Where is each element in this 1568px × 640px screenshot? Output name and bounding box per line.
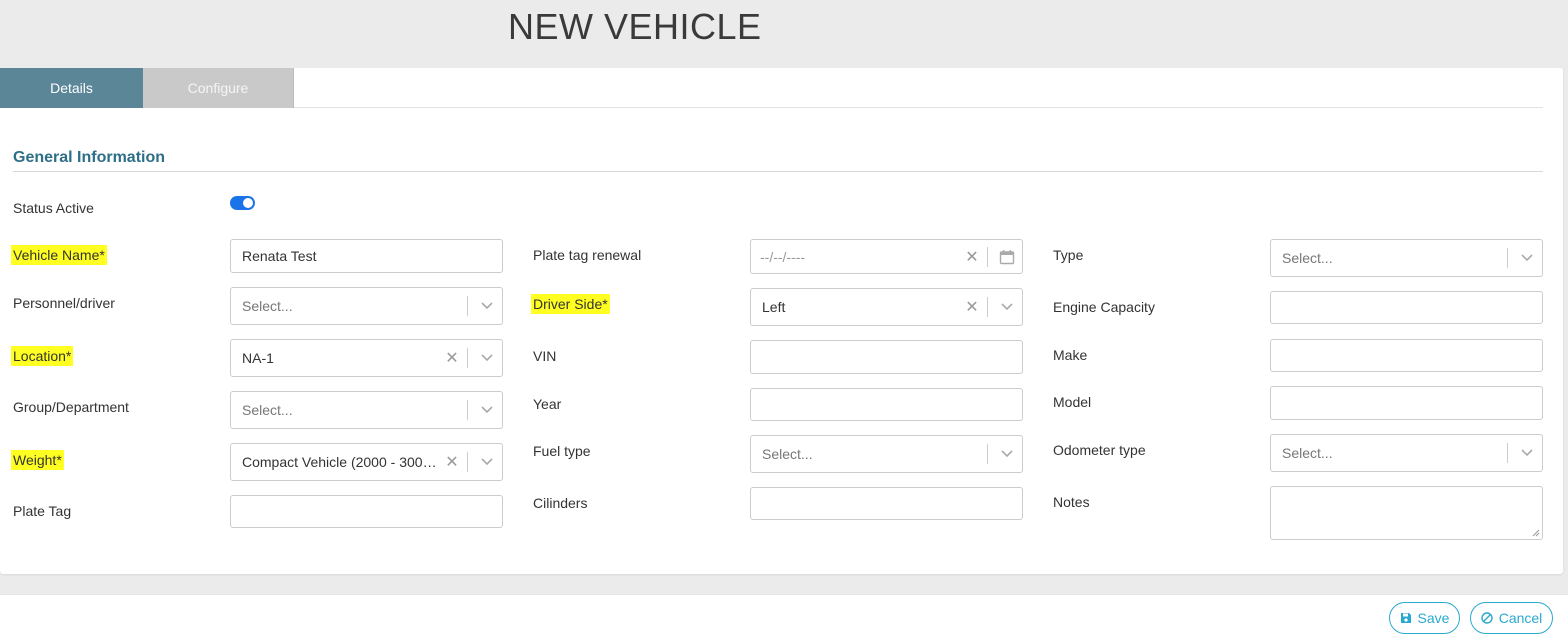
chevron-down-icon[interactable] [472, 406, 502, 414]
toggle-knob [243, 198, 253, 208]
clear-icon[interactable]: ✕ [961, 297, 983, 317]
calendar-icon[interactable] [992, 249, 1022, 265]
select-separator [987, 297, 988, 317]
form-footer: Save Cancel [0, 594, 1568, 640]
personnel-driver-placeholder: Select... [242, 298, 293, 314]
select-separator [1507, 248, 1508, 268]
chevron-down-icon[interactable] [472, 354, 502, 362]
chevron-down-icon[interactable] [1512, 449, 1542, 457]
vehicle-name-input[interactable]: Renata Test [230, 239, 503, 273]
section-title: General Information [13, 149, 166, 166]
odometer-type-label: Odometer type [1053, 442, 1146, 458]
tab-bar: Details Configure [0, 68, 294, 108]
plate-tag-input[interactable] [230, 495, 503, 528]
personnel-driver-label: Personnel/driver [13, 295, 115, 311]
fuel-type-placeholder: Select... [762, 446, 813, 462]
driver-side-value: Left [762, 299, 786, 315]
save-icon [1400, 613, 1411, 623]
make-label: Make [1053, 347, 1088, 363]
plate-tag-renewal-label: Plate tag renewal [533, 247, 642, 263]
cancel-label: Cancel [1498, 610, 1543, 626]
tab-divider [294, 107, 1543, 108]
notes-label: Notes [1053, 494, 1090, 510]
tab-configure[interactable]: Configure [143, 68, 294, 108]
type-select[interactable]: Select... [1270, 239, 1543, 277]
odometer-type-select[interactable]: Select... [1270, 434, 1543, 472]
chevron-down-icon[interactable] [992, 303, 1022, 311]
vehicle-name-value: Renata Test [242, 248, 317, 264]
driver-side-label: Driver Side* [531, 294, 610, 314]
year-label: Year [533, 396, 562, 412]
vin-input[interactable] [750, 340, 1023, 374]
weight-label: Weight* [11, 450, 64, 470]
group-department-select[interactable]: Select... [230, 391, 503, 429]
clear-icon[interactable]: ✕ [441, 348, 463, 368]
clear-icon[interactable]: ✕ [441, 452, 463, 472]
chevron-down-icon[interactable] [1512, 254, 1542, 262]
personnel-driver-select[interactable]: Select... [230, 287, 503, 325]
plate-tag-renewal-datepicker[interactable]: --/--/---- ✕ [750, 239, 1023, 274]
section-divider [13, 171, 1543, 172]
vehicle-name-label: Vehicle Name* [11, 245, 107, 265]
plate-tag-renewal-placeholder: --/--/---- [760, 248, 806, 265]
status-active-toggle[interactable] [230, 196, 255, 210]
driver-side-select[interactable]: Left ✕ [750, 288, 1023, 326]
notes-textarea[interactable] [1270, 486, 1543, 540]
select-separator [467, 348, 468, 368]
tab-details[interactable]: Details [0, 68, 143, 108]
year-input[interactable] [750, 388, 1023, 421]
engine-capacity-input[interactable] [1270, 291, 1543, 324]
location-select[interactable]: NA-1 ✕ [230, 339, 503, 377]
fuel-type-label: Fuel type [533, 443, 591, 459]
odometer-type-placeholder: Select... [1282, 445, 1333, 461]
fuel-type-select[interactable]: Select... [750, 435, 1023, 473]
model-label: Model [1053, 394, 1092, 410]
status-active-label: Status Active [13, 200, 94, 216]
select-separator [987, 444, 988, 464]
location-value: NA-1 [242, 350, 274, 366]
location-label: Location* [11, 346, 74, 366]
datepicker-separator [987, 246, 988, 267]
type-label: Type [1053, 247, 1084, 263]
type-placeholder: Select... [1282, 250, 1333, 266]
ban-icon [1481, 612, 1493, 624]
page-title: NEW VEHICLE [508, 6, 762, 47]
weight-select[interactable]: Compact Vehicle (2000 - 3000 lbs) ✕ [230, 443, 503, 481]
make-input[interactable] [1270, 339, 1543, 372]
cilinders-label: Cilinders [533, 495, 588, 511]
chevron-down-icon[interactable] [472, 458, 502, 466]
plate-tag-label: Plate Tag [13, 503, 72, 519]
select-separator [467, 452, 468, 472]
clear-icon[interactable]: ✕ [961, 247, 983, 267]
group-department-label: Group/Department [13, 399, 129, 415]
select-separator [1507, 443, 1508, 463]
weight-value: Compact Vehicle (2000 - 3000 lbs) [242, 454, 441, 470]
cancel-button[interactable]: Cancel [1470, 602, 1553, 634]
chevron-down-icon[interactable] [472, 302, 502, 310]
model-input[interactable] [1270, 386, 1543, 420]
select-separator [467, 400, 468, 420]
save-button[interactable]: Save [1389, 602, 1460, 634]
cilinders-input[interactable] [750, 487, 1023, 520]
select-separator [467, 296, 468, 316]
engine-capacity-label: Engine Capacity [1053, 299, 1155, 315]
resize-grip-icon[interactable] [1532, 529, 1540, 537]
group-department-placeholder: Select... [242, 402, 293, 418]
vin-label: VIN [533, 348, 557, 364]
save-label: Save [1417, 610, 1450, 626]
chevron-down-icon[interactable] [992, 450, 1022, 458]
